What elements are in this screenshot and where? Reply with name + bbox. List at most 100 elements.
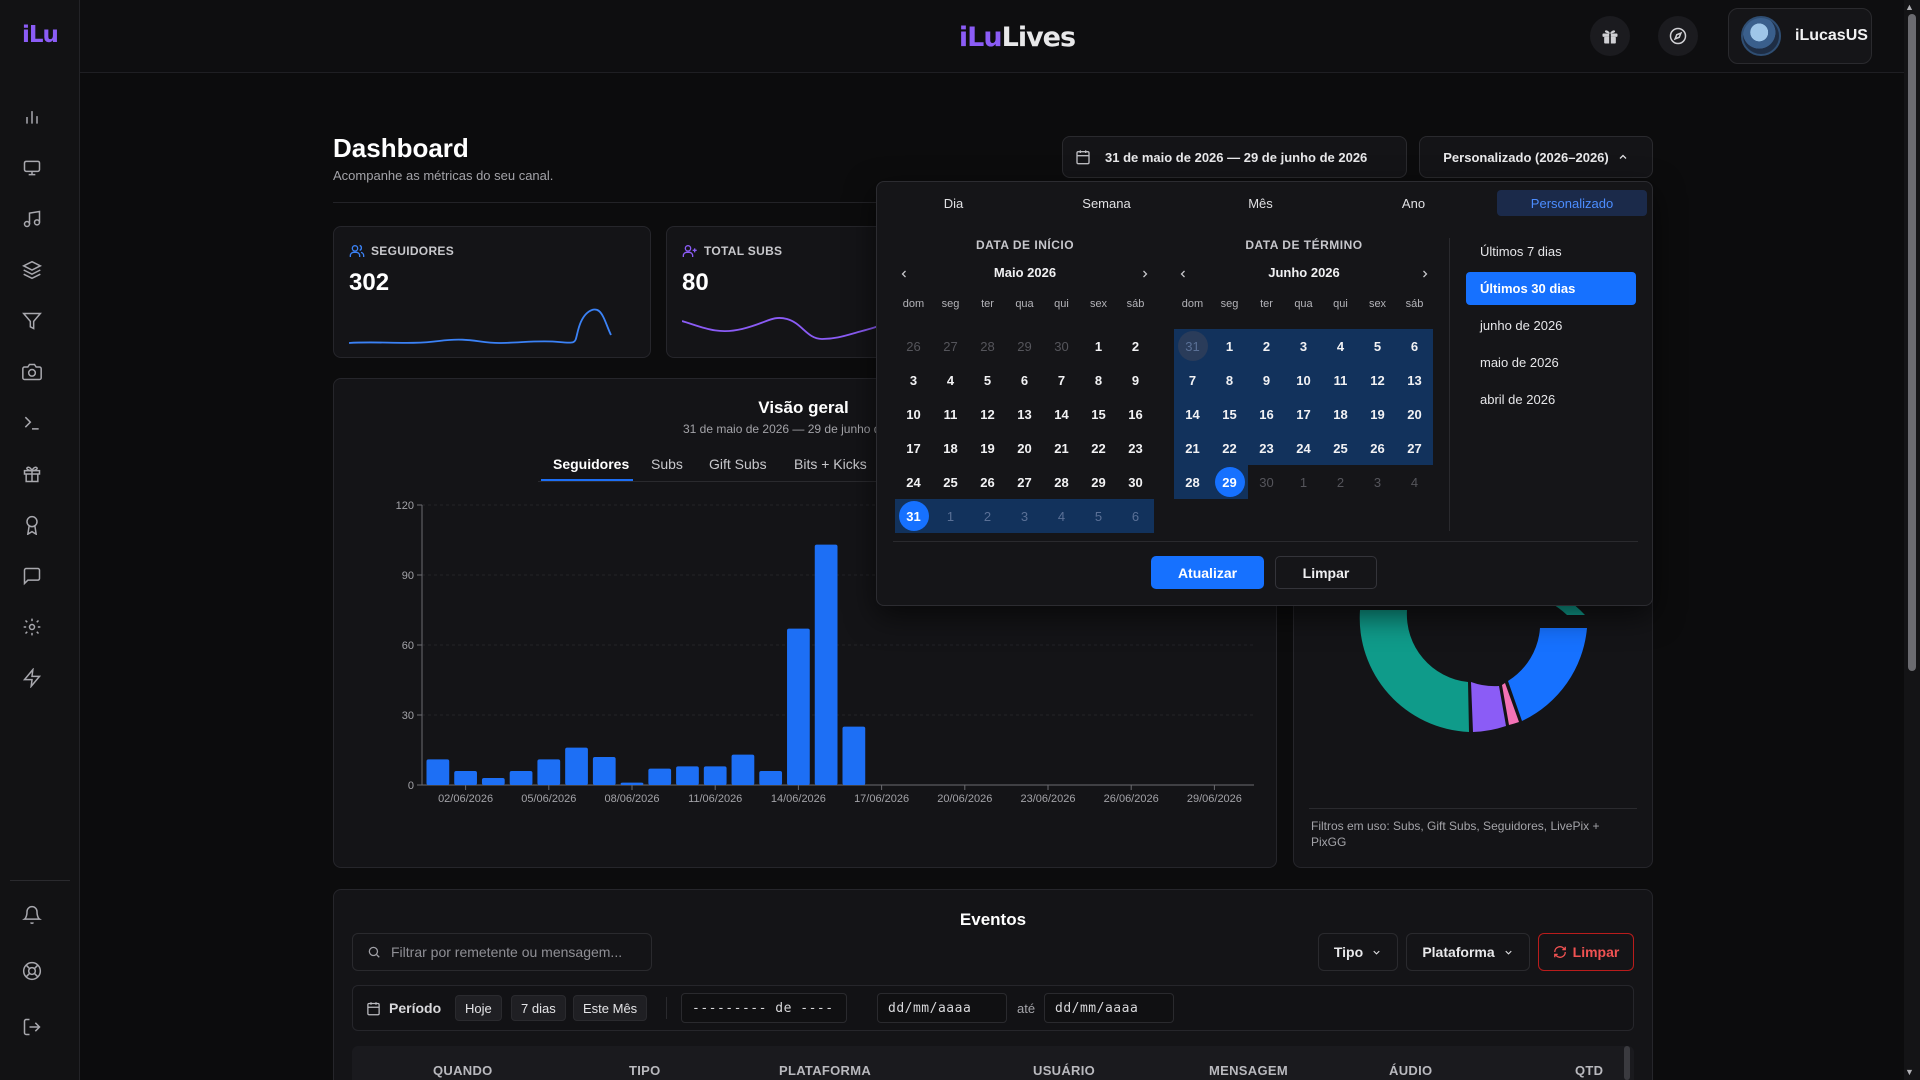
layers-icon[interactable] (20, 258, 44, 282)
quick-range-30-days[interactable]: Últimos 30 dias (1466, 272, 1636, 305)
calendar-day[interactable]: 28 (1174, 465, 1211, 499)
preset-select[interactable]: Personalizado (2026–2026) (1419, 136, 1653, 178)
calendar-day[interactable]: 9 (1117, 363, 1154, 397)
calendar-day[interactable]: 10 (1285, 363, 1322, 397)
calendar-day[interactable]: 6 (1396, 329, 1433, 363)
calendar-day[interactable]: 3 (895, 363, 932, 397)
end-next-month-icon[interactable] (1416, 265, 1434, 283)
bell-icon[interactable] (20, 903, 44, 927)
calendar-day[interactable]: 3 (1285, 329, 1322, 363)
monitor-icon[interactable] (20, 156, 44, 180)
tab-seguidores[interactable]: Seguidores (553, 456, 629, 472)
calendar-day[interactable]: 12 (969, 397, 1006, 431)
date-from-input[interactable]: dd/mm/aaaa (877, 993, 1007, 1023)
award-icon[interactable] (20, 513, 44, 537)
calendar-day[interactable]: 31 (1174, 329, 1211, 363)
calendar-day[interactable]: 14 (1174, 397, 1211, 431)
type-filter-button[interactable]: Tipo (1318, 933, 1398, 971)
end-prev-month-icon[interactable] (1174, 265, 1192, 283)
calendar-day[interactable]: 22 (1211, 431, 1248, 465)
period-tab-dia[interactable]: Dia (881, 190, 1026, 216)
col-usuario[interactable]: USUÁRIO (1033, 1063, 1095, 1078)
calendar-day[interactable]: 4 (1396, 465, 1433, 499)
calendar-day[interactable]: 17 (895, 431, 932, 465)
platform-filter-button[interactable]: Plataforma (1406, 933, 1530, 971)
calendar-day[interactable]: 1 (932, 499, 969, 533)
help-circle-icon[interactable] (20, 959, 44, 983)
logout-icon[interactable] (20, 1015, 44, 1039)
col-audio[interactable]: ÁUDIO (1389, 1063, 1432, 1078)
brand-logo[interactable]: iLuLives (959, 22, 1076, 53)
calendar-day[interactable]: 17 (1285, 397, 1322, 431)
calendar-day[interactable]: 11 (1322, 363, 1359, 397)
calendar-day[interactable]: 31 (895, 499, 932, 533)
settings-icon[interactable] (20, 615, 44, 639)
gift-button[interactable] (1590, 16, 1630, 56)
col-tipo[interactable]: TIPO (629, 1063, 661, 1078)
calendar-day[interactable]: 9 (1248, 363, 1285, 397)
period-tab-personalizado[interactable]: Personalizado (1497, 190, 1647, 216)
scroll-down-icon[interactable]: ▼ (1905, 1067, 1914, 1077)
calendar-day[interactable]: 5 (1359, 329, 1396, 363)
calendar-day[interactable]: 28 (1043, 465, 1080, 499)
calendar-day[interactable]: 29 (1080, 465, 1117, 499)
calendar-day[interactable]: 20 (1006, 431, 1043, 465)
calendar-day[interactable]: 4 (1043, 499, 1080, 533)
calendar-day[interactable]: 26 (895, 329, 932, 363)
calendar-day[interactable]: 28 (969, 329, 1006, 363)
calendar-day[interactable]: 3 (1359, 465, 1396, 499)
tab-gift-subs[interactable]: Gift Subs (709, 456, 767, 472)
month-input[interactable]: --------- de ---- (681, 993, 847, 1023)
calendar-day[interactable]: 3 (1006, 499, 1043, 533)
calendar-day[interactable]: 21 (1043, 431, 1080, 465)
tab-subs[interactable]: Subs (651, 456, 683, 472)
calendar-day[interactable]: 26 (969, 465, 1006, 499)
calendar-day[interactable]: 27 (1006, 465, 1043, 499)
period-tab-mes[interactable]: Mês (1188, 190, 1333, 216)
calendar-day[interactable]: 1 (1080, 329, 1117, 363)
calendar-day[interactable]: 27 (932, 329, 969, 363)
calendar-day[interactable]: 1 (1285, 465, 1322, 499)
calendar-day[interactable]: 24 (1285, 431, 1322, 465)
col-mensagem[interactable]: MENSAGEM (1209, 1063, 1288, 1078)
calendar-day[interactable]: 22 (1080, 431, 1117, 465)
calendar-day[interactable]: 7 (1174, 363, 1211, 397)
gift-icon[interactable] (20, 462, 44, 486)
calendar-day[interactable]: 25 (932, 465, 969, 499)
calendar-day[interactable]: 2 (1248, 329, 1285, 363)
scroll-up-icon[interactable]: ▲ (1905, 2, 1914, 12)
events-search-input[interactable]: Filtrar por remetente ou mensagem... (352, 933, 652, 971)
calendar-day[interactable]: 8 (1211, 363, 1248, 397)
music-icon[interactable] (20, 207, 44, 231)
calendar-day[interactable]: 4 (932, 363, 969, 397)
calendar-day[interactable]: 26 (1359, 431, 1396, 465)
calendar-day[interactable]: 5 (1080, 499, 1117, 533)
calendar-day[interactable]: 18 (1322, 397, 1359, 431)
quick-range-7-days[interactable]: Últimos 7 dias (1466, 235, 1636, 268)
calendar-day[interactable]: 6 (1117, 499, 1154, 533)
calendar-day[interactable]: 12 (1359, 363, 1396, 397)
start-next-month-icon[interactable] (1136, 265, 1154, 283)
quick-range-may[interactable]: maio de 2026 (1466, 346, 1636, 379)
calendar-day[interactable]: 29 (1006, 329, 1043, 363)
table-scrollbar[interactable] (1624, 1046, 1630, 1080)
calendar-day[interactable]: 4 (1322, 329, 1359, 363)
calendar-day[interactable]: 5 (969, 363, 1006, 397)
picker-clear-button[interactable]: Limpar (1275, 556, 1377, 589)
calendar-day[interactable]: 10 (895, 397, 932, 431)
calendar-day[interactable]: 30 (1043, 329, 1080, 363)
message-icon[interactable] (20, 564, 44, 588)
calendar-day[interactable]: 29 (1211, 465, 1248, 499)
camera-icon[interactable] (20, 360, 44, 384)
calendar-day[interactable]: 13 (1006, 397, 1043, 431)
calendar-day[interactable]: 13 (1396, 363, 1433, 397)
calendar-day[interactable]: 16 (1248, 397, 1285, 431)
date-range-button[interactable]: 31 de maio de 2026 — 29 de junho de 2026 (1062, 136, 1407, 178)
chip-este-mes[interactable]: Este Mês (573, 995, 648, 1021)
period-tab-semana[interactable]: Semana (1034, 190, 1179, 216)
tab-bits-kicks[interactable]: Bits + Kicks (794, 456, 867, 472)
compass-button[interactable] (1658, 16, 1698, 56)
calendar-day[interactable]: 7 (1043, 363, 1080, 397)
col-quando[interactable]: QUANDO (433, 1063, 493, 1078)
calendar-day[interactable]: 2 (1322, 465, 1359, 499)
